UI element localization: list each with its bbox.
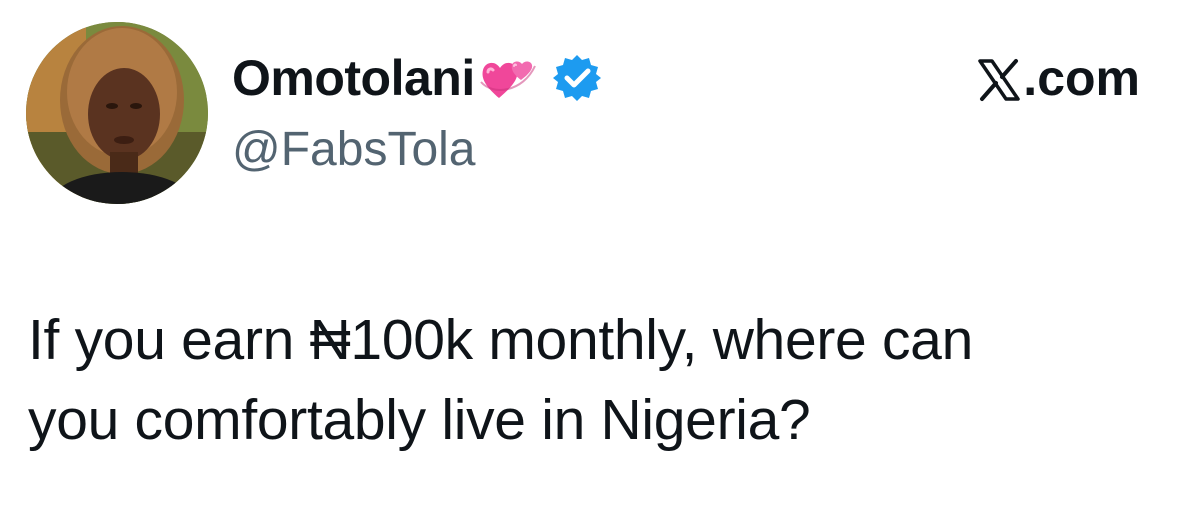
avatar-photo xyxy=(26,22,208,204)
brand-label: .com xyxy=(1023,50,1140,106)
revolving-hearts-icon xyxy=(479,52,537,104)
tweet-line: you comfortably live in Nigeria? xyxy=(28,388,811,452)
x-logo-icon xyxy=(977,56,1021,101)
tweet-text: If you earn ₦100k monthly, where can you… xyxy=(28,300,1178,460)
author-row: Omotolani xyxy=(232,46,603,110)
verified-badge-icon xyxy=(551,52,603,104)
brand-watermark: .com xyxy=(977,46,1140,110)
author-display-name[interactable]: Omotolani xyxy=(232,49,475,107)
tweet-card: Omotolani @FabsTola .com If you earn ₦10… xyxy=(0,0,1200,527)
tweet-line: If you earn ₦100k monthly, where can xyxy=(28,308,973,372)
avatar[interactable] xyxy=(26,22,208,204)
author-handle[interactable]: @FabsTola xyxy=(232,122,476,177)
